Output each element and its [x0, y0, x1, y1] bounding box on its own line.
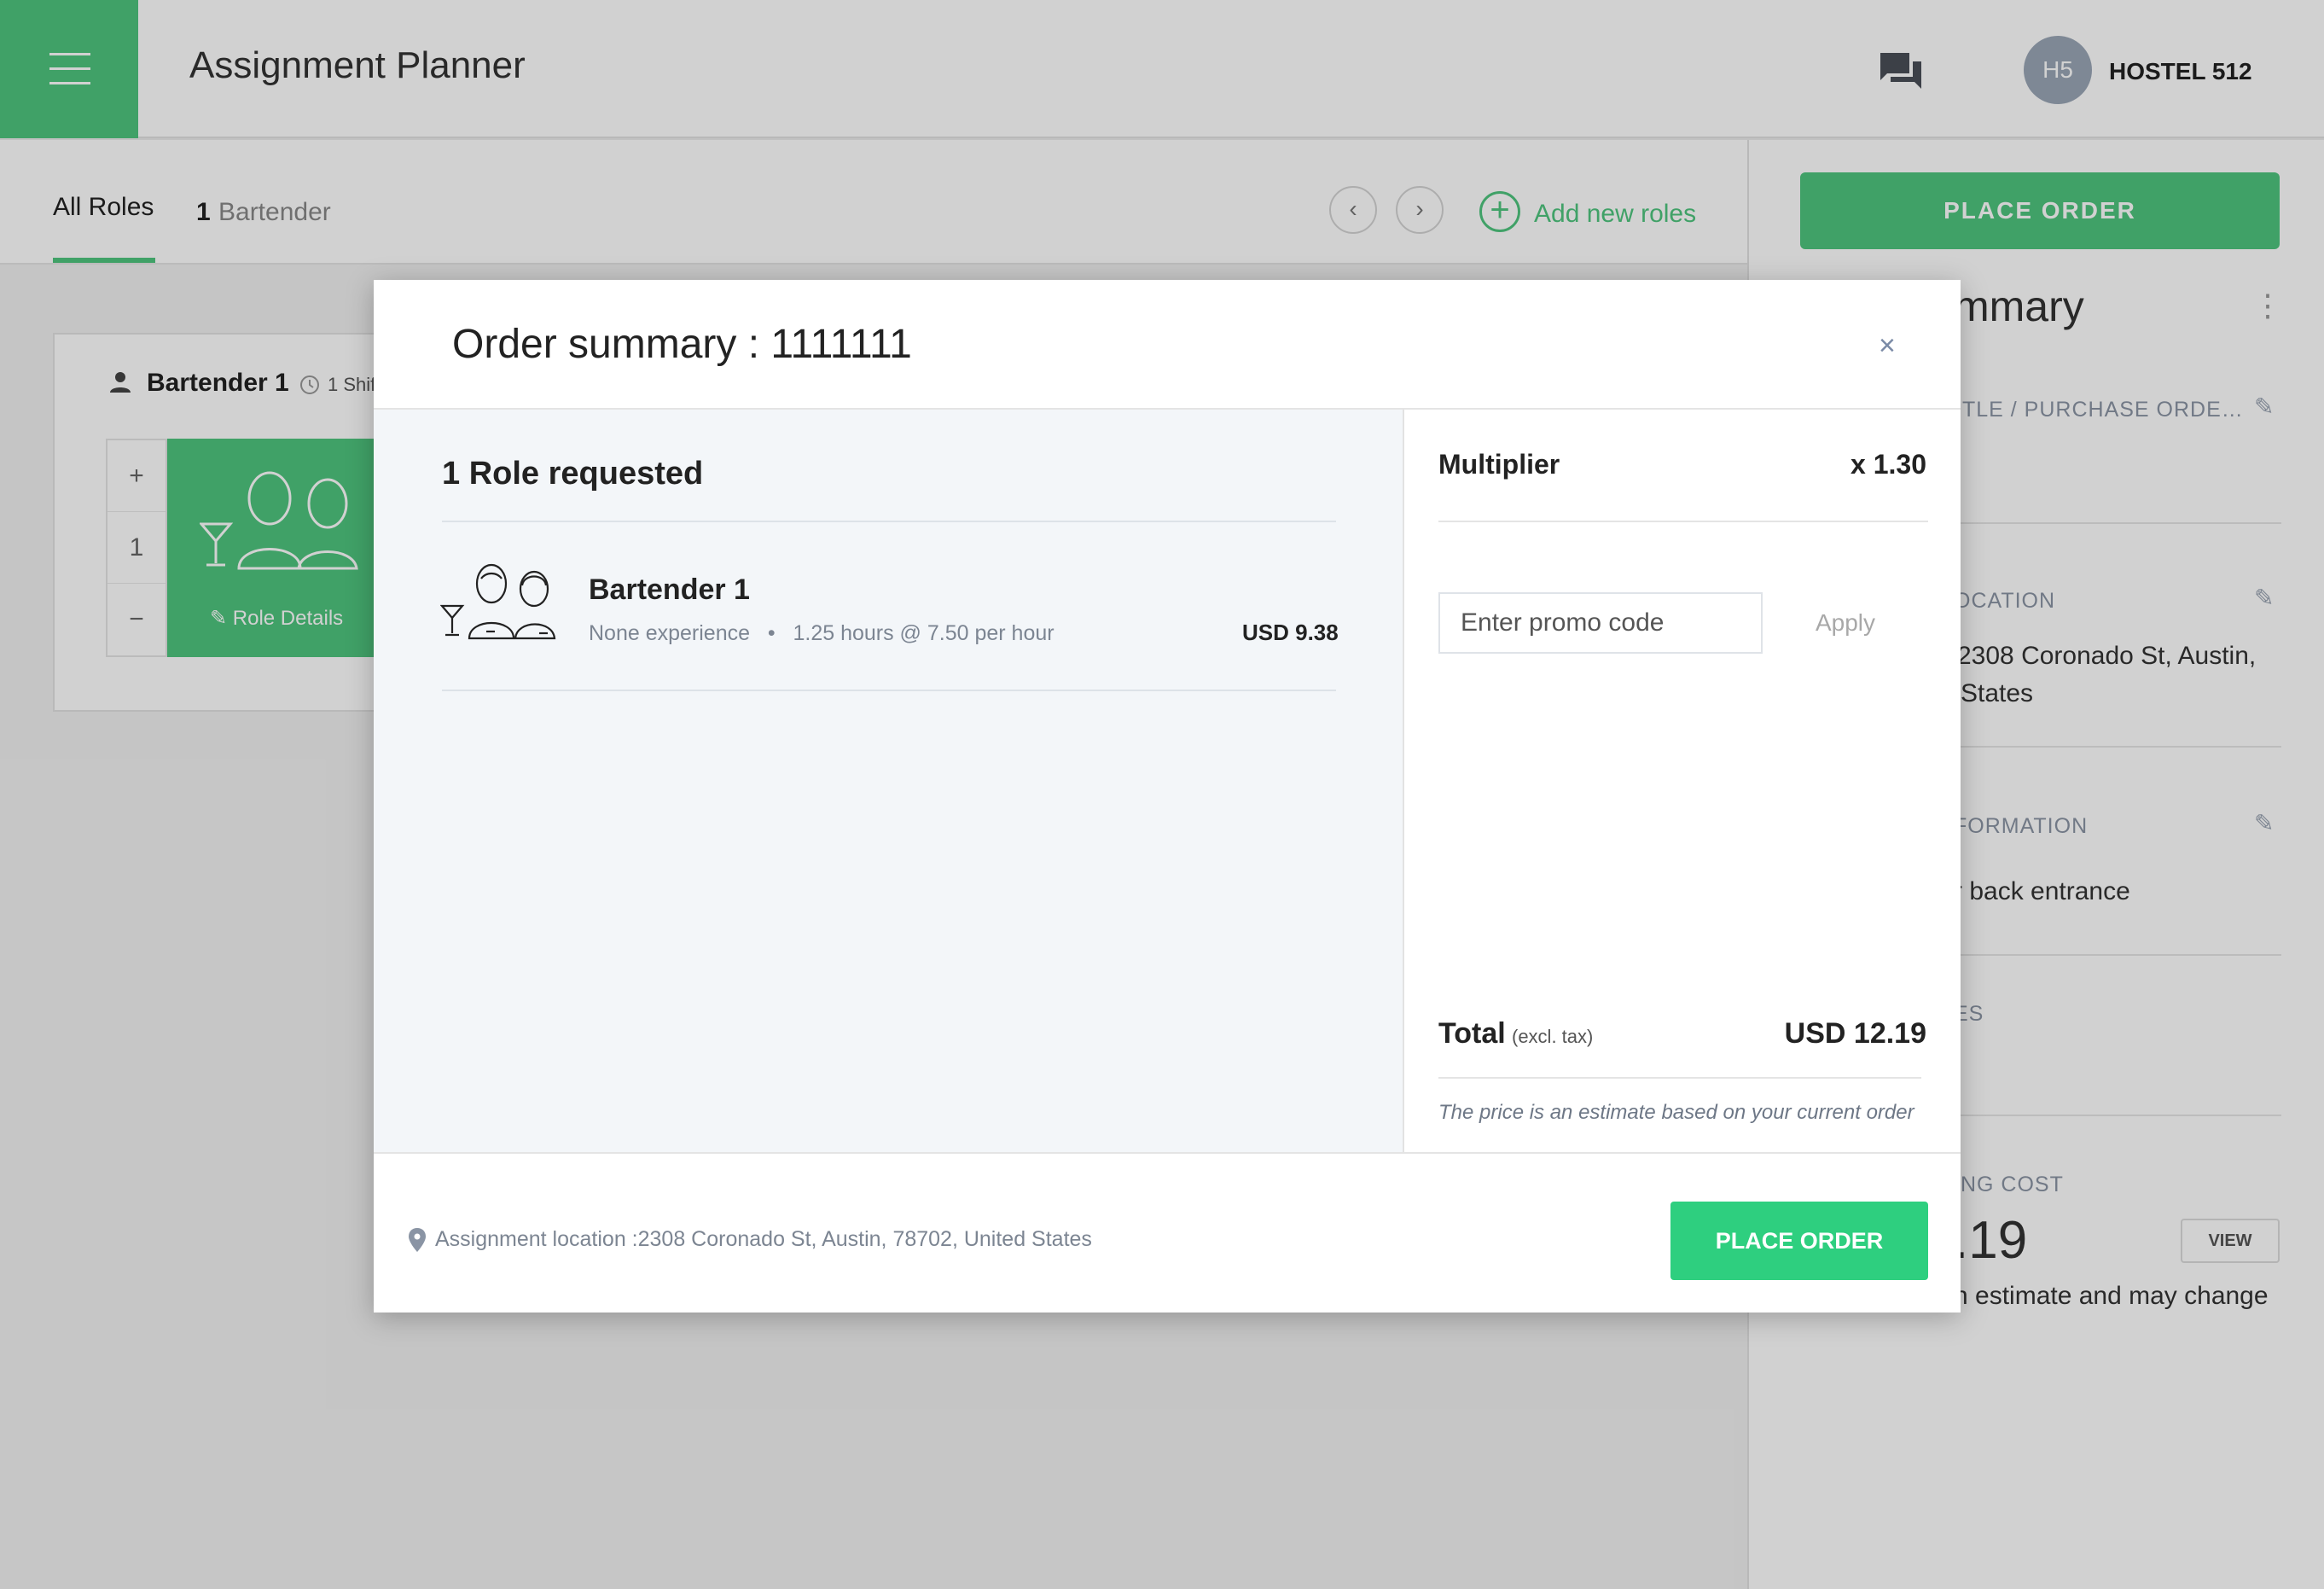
modal-footer: Assignment location :2308 Coronado St, A… [374, 1152, 1961, 1313]
total-tax-note: (excl. tax) [1512, 1026, 1594, 1047]
estimate-note: The price is an estimate based on your c… [1438, 1101, 1914, 1124]
pricing-divider [1438, 521, 1928, 522]
role-name: Bartender 1 [589, 573, 750, 606]
assignment-location: Assignment location :2308 Coronado St, A… [435, 1227, 1092, 1251]
roles-divider [442, 690, 1336, 691]
location-pin-icon [409, 1228, 426, 1252]
place-order-button[interactable]: PLACE ORDER [1670, 1202, 1928, 1280]
pricing-section: Multiplier x 1.30 Apply Total (excl. tax… [1406, 410, 1961, 1152]
multiplier-value: x 1.30 [1850, 449, 1926, 480]
total-value: USD 12.19 [1784, 1017, 1926, 1050]
promo-code-input[interactable] [1438, 592, 1763, 654]
role-hours: 1.25 hours @ 7.50 per hour [793, 621, 1055, 645]
role-price: USD 9.38 [1242, 620, 1339, 645]
pricing-divider [1438, 1077, 1921, 1079]
roles-heading: 1 Role requested [442, 456, 704, 492]
modal-title: Order summary : 1111111 [452, 322, 912, 367]
role-meta: None experience • 1.25 hours @ 7.50 per … [589, 621, 1055, 646]
bartender-icon [440, 563, 556, 640]
order-summary-modal: Order summary : 1111111 × 1 Role request… [374, 280, 1961, 1313]
total-label: Total [1438, 1017, 1506, 1050]
multiplier-label: Multiplier [1438, 449, 1560, 480]
bullet-separator: • [755, 621, 787, 645]
close-icon[interactable]: × [1879, 329, 1896, 363]
role-experience: None experience [589, 621, 751, 645]
modal-header: Order summary : 1111111 × [374, 280, 1961, 410]
roles-section: 1 Role requested Bartender 1 None experi… [374, 410, 1404, 1152]
roles-divider [442, 521, 1336, 522]
apply-promo-button[interactable]: Apply [1764, 592, 1926, 654]
